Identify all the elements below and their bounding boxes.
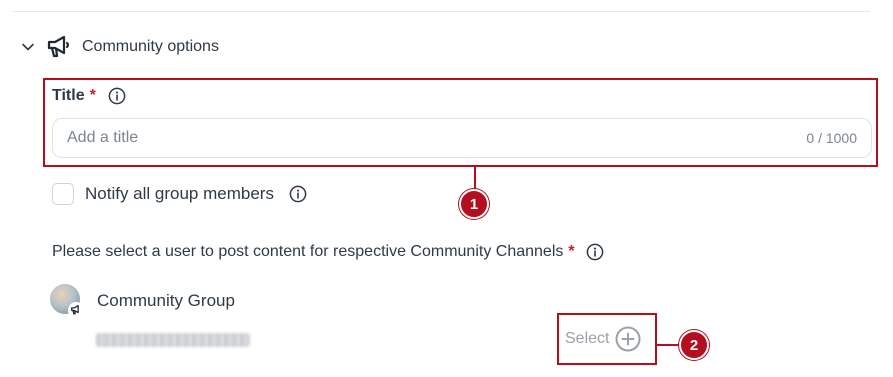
info-icon[interactable] xyxy=(288,184,308,204)
callout-line-2 xyxy=(657,344,681,346)
callout-box-2 xyxy=(557,313,657,365)
section-title: Community options xyxy=(82,38,219,55)
section-header-community-options[interactable]: Community options xyxy=(18,32,219,62)
notify-row: Notify all group members xyxy=(52,183,308,205)
callout-badge-2: 2 xyxy=(679,330,709,360)
callout-line-1 xyxy=(474,167,476,191)
callout-box-1 xyxy=(43,78,878,167)
community-group-name: Community Group xyxy=(97,291,235,310)
info-icon[interactable] xyxy=(585,242,605,262)
redacted-text xyxy=(96,333,250,347)
avatar xyxy=(50,284,84,318)
select-user-text: Please select a user to post content for… xyxy=(52,243,564,260)
megaphone-icon xyxy=(68,302,84,318)
callout-badge-1: 1 xyxy=(459,189,489,219)
community-group-row: Community Group xyxy=(50,284,235,318)
notify-checkbox[interactable] xyxy=(52,183,74,205)
notify-label[interactable]: Notify all group members xyxy=(85,184,274,204)
top-divider xyxy=(12,11,870,12)
required-asterisk: * xyxy=(568,243,575,260)
megaphone-icon xyxy=(44,32,74,62)
select-user-label: Please select a user to post content for… xyxy=(52,242,605,262)
chevron-down-icon[interactable] xyxy=(18,37,38,57)
